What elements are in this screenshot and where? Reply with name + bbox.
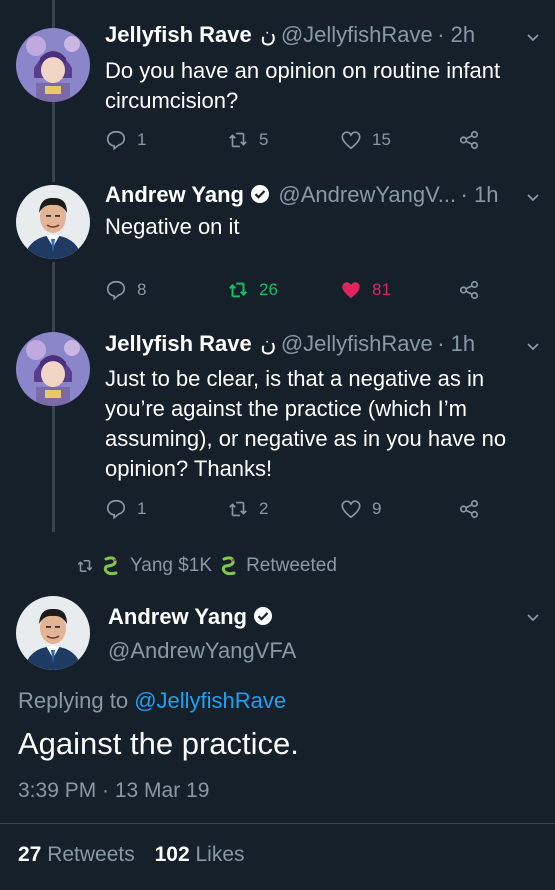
reply-button[interactable]: 1 — [105, 498, 146, 520]
verified-icon — [253, 607, 272, 625]
retweeter-name[interactable]: Yang $1K — [130, 555, 212, 577]
retweet-count: 2 — [259, 499, 269, 518]
share-icon — [459, 280, 479, 300]
retweet-button[interactable]: 2 — [227, 498, 268, 520]
display-name[interactable]: Andrew Yang — [108, 604, 247, 629]
share-button[interactable] — [458, 129, 480, 151]
like-total-label: Likes — [195, 843, 245, 866]
dragon-icon — [103, 556, 118, 576]
reply-button[interactable]: 8 — [105, 279, 146, 301]
user-handle[interactable]: @AndrewYangV... — [278, 182, 456, 207]
verified-icon — [250, 185, 269, 203]
thread-line — [52, 262, 55, 332]
reply-icon — [106, 499, 126, 520]
retweet-count: 26 — [259, 280, 278, 299]
retweet-total-label: Retweets — [47, 843, 135, 866]
thread-line — [52, 102, 55, 182]
heart-icon — [341, 131, 361, 150]
retweet-context[interactable]: Yang $1K Retweeted — [76, 555, 337, 577]
user-handle[interactable]: @JellyfishRave — [281, 22, 433, 47]
retweet-button[interactable]: 26 — [227, 279, 278, 301]
share-button[interactable] — [458, 498, 480, 520]
divider — [0, 823, 555, 824]
retweet-icon — [77, 560, 93, 572]
like-stat[interactable]: 102 Likes — [155, 843, 245, 866]
display-name[interactable]: Andrew Yang — [105, 182, 244, 207]
main-tweet-text: Against the practice. — [18, 726, 299, 761]
avatar[interactable] — [16, 596, 90, 670]
chevron-down-icon[interactable] — [525, 190, 541, 206]
retweeted-label: Retweeted — [246, 555, 337, 576]
replying-handle-link[interactable]: @JellyfishRave — [134, 688, 286, 713]
avatar[interactable] — [16, 185, 90, 259]
replying-to: Replying to @JellyfishRave — [18, 688, 286, 714]
tweet-time[interactable]: · 1h — [461, 182, 499, 207]
retweet-icon — [229, 132, 247, 148]
reply-icon — [106, 280, 126, 301]
thread-line — [52, 406, 55, 532]
engagement-stats: 27 Retweets 102 Likes — [18, 843, 245, 867]
like-button[interactable]: 9 — [340, 498, 381, 520]
heart-icon — [341, 500, 361, 519]
retweet-stat[interactable]: 27 Retweets — [18, 843, 141, 866]
tweet-time[interactable]: · 1h — [437, 331, 475, 356]
like-total: 102 — [154, 843, 190, 866]
retweet-icon — [229, 501, 247, 517]
thread-line — [52, 0, 55, 28]
avatar[interactable] — [16, 28, 90, 102]
chevron-down-icon[interactable] — [525, 610, 541, 626]
tweet-text: Negative on it — [105, 214, 240, 239]
retweet-total: 27 — [18, 843, 42, 866]
like-button[interactable]: 81 — [340, 279, 391, 301]
reply-icon — [106, 130, 126, 151]
name-glyph: ن — [260, 331, 277, 356]
share-button[interactable] — [458, 279, 480, 301]
like-button[interactable]: 15 — [340, 129, 391, 151]
chevron-down-icon[interactable] — [525, 339, 541, 355]
display-name[interactable]: Jellyfish Rave — [105, 331, 252, 356]
reply-count: 1 — [137, 499, 147, 518]
tweet-text: Do you have an opinion on routine infant… — [105, 58, 501, 113]
reply-button[interactable]: 1 — [105, 129, 146, 151]
user-handle[interactable]: @AndrewYangVFA — [108, 638, 296, 664]
tweet-timestamp[interactable]: 3:39 PM · 13 Mar 19 — [18, 779, 209, 803]
user-handle[interactable]: @JellyfishRave — [281, 331, 433, 356]
tweet-text: Just to be clear, is that a negative as … — [105, 366, 507, 481]
reply-count: 1 — [137, 130, 147, 149]
retweet-count: 5 — [259, 130, 269, 149]
display-name[interactable]: Jellyfish Rave — [105, 22, 252, 47]
share-icon — [459, 499, 479, 519]
share-icon — [459, 130, 479, 150]
avatar[interactable] — [16, 332, 90, 406]
retweet-icon — [229, 282, 247, 298]
retweet-button[interactable]: 5 — [227, 129, 268, 151]
replying-prefix: Replying to — [18, 688, 129, 713]
reply-count: 8 — [137, 280, 147, 299]
heart-icon — [342, 282, 360, 299]
tweet-time[interactable]: · 2h — [437, 22, 475, 47]
like-count: 81 — [372, 280, 391, 299]
like-count: 9 — [372, 499, 382, 518]
name-glyph: ن — [260, 22, 277, 47]
chevron-down-icon[interactable] — [525, 30, 541, 46]
like-count: 15 — [372, 130, 391, 149]
dragon-icon — [221, 556, 236, 576]
